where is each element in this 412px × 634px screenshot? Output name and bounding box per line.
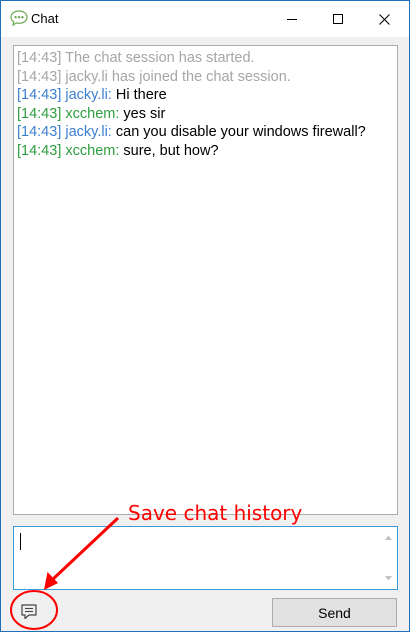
minimize-button[interactable] [269, 1, 315, 37]
message-sender: jacky.li: [65, 87, 112, 103]
message-input[interactable] [13, 526, 398, 590]
annotation-label: Save chat history [128, 501, 303, 525]
message-text: can you disable your windows firewall? [115, 124, 366, 140]
input-scrollbar[interactable] [380, 527, 397, 589]
chat-timestamp: [14:43] [17, 124, 62, 140]
message-sender: jacky.li: [65, 124, 112, 140]
chat-line: [14:43] xcchem: sure, but how? [17, 142, 397, 161]
message-text: Hi there [115, 87, 167, 103]
system-message: jacky.li has joined the chat session. [65, 68, 291, 85]
chat-timestamp: [14:43] [17, 105, 62, 122]
chat-timestamp: [14:43] [17, 50, 62, 66]
chat-line: [14:43] jacky.li: can you disable your w… [17, 123, 397, 142]
minimize-icon [287, 19, 297, 20]
chat-line: [14:43] jacky.li: Hi there [17, 86, 397, 105]
chat-history-icon [21, 604, 37, 620]
close-icon [378, 13, 390, 25]
chat-line: [14:43] The chat session has started. [17, 49, 397, 68]
chat-timestamp: [14:43] [17, 87, 62, 103]
message-text: sure, but how? [123, 142, 219, 159]
title-bar[interactable]: Chat [1, 1, 409, 37]
chat-app-icon [10, 10, 28, 27]
message-sender: xcchem: [65, 142, 120, 159]
scroll-down-icon[interactable] [385, 576, 392, 581]
message-sender: xcchem: [65, 105, 120, 122]
chat-timestamp: [14:43] [17, 142, 62, 159]
text-caret [20, 533, 21, 550]
chat-line: [14:43] jacky.li has joined the chat ses… [17, 68, 397, 87]
chat-log[interactable]: [14:43] The chat session has started. [14… [13, 45, 398, 515]
send-button[interactable]: Send [272, 598, 397, 627]
chat-line: [14:43] xcchem: yes sir [17, 105, 397, 124]
maximize-button[interactable] [315, 1, 361, 37]
maximize-icon [333, 14, 343, 24]
system-message: The chat session has started. [65, 50, 255, 66]
window-title: Chat [31, 11, 59, 26]
close-button[interactable] [361, 1, 407, 37]
chat-history-button[interactable] [19, 603, 39, 621]
chat-window: Chat [14:43] The chat session has starte… [0, 0, 410, 632]
scroll-up-icon[interactable] [385, 535, 392, 540]
chat-timestamp: [14:43] [17, 68, 62, 85]
message-text: yes sir [123, 105, 166, 122]
